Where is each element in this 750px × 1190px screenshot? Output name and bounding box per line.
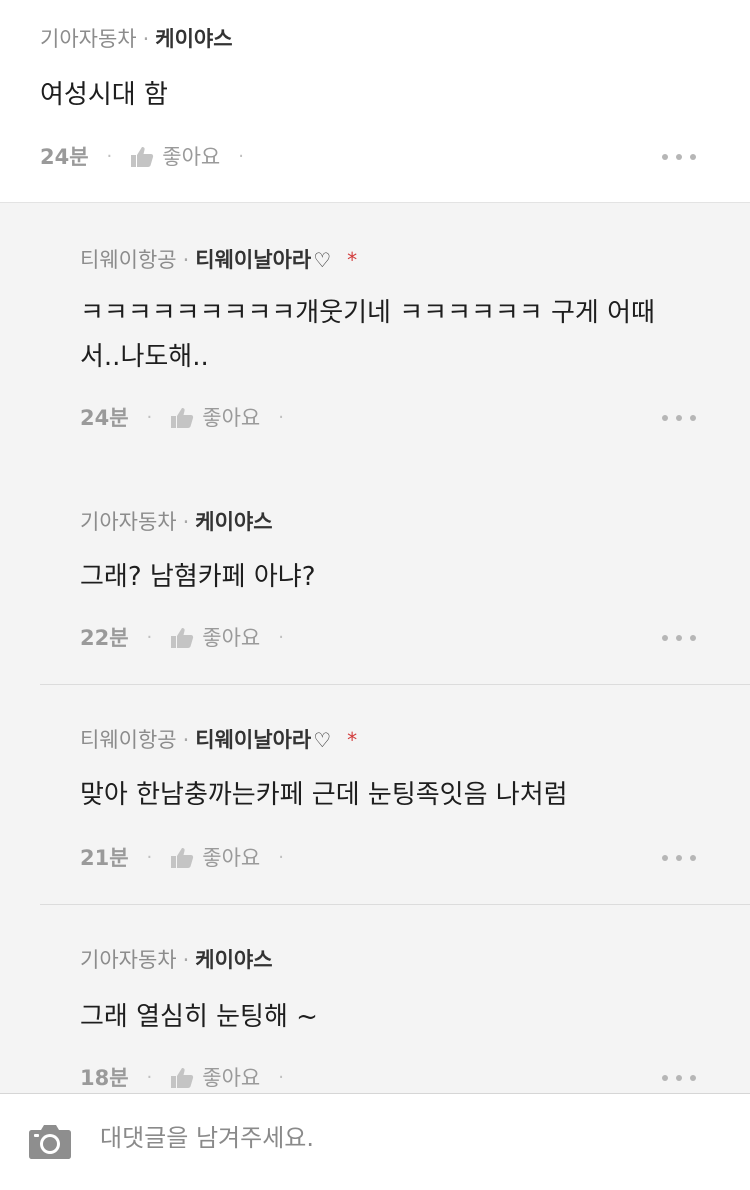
like-button[interactable]: 좋아요 [202, 625, 260, 651]
dot-icon [662, 154, 668, 160]
reply-body: 그래 열심히 눈팅해 ~ [80, 1002, 318, 1032]
thumbs-up-icon[interactable] [170, 847, 194, 869]
author-nickname[interactable]: 케이야스 [195, 510, 272, 534]
dot-icon [690, 635, 696, 641]
more-options-button[interactable] [662, 1073, 696, 1083]
author-nickname[interactable]: 티웨이날아라 [195, 248, 311, 272]
separator: · [146, 847, 153, 868]
dot-icon [690, 415, 696, 421]
comment-time: 24분 [40, 145, 89, 169]
author-cafe: 티웨이항공 [80, 248, 177, 272]
author-star-marker: * [347, 728, 358, 752]
author-cafe: 기아자동차 [40, 27, 137, 51]
reply: 기아자동차 · 케이야스 그래 열심히 눈팅해 ~ 18분 · 좋아요 · [0, 905, 750, 1093]
more-options-button[interactable] [662, 413, 696, 423]
comment-thread: 기아자동차 · 케이야스 여성시대 함 24분 · 좋아요 · 티웨이항공 · 티웨이날… [0, 0, 750, 1190]
dot-icon [690, 154, 696, 160]
reply-body: ㅋㅋㅋㅋㅋㅋㅋㅋㅋ개웃기네 ㅋㅋㅋㅋㅋㅋ 구게 어때서..나도해.. [80, 298, 655, 372]
author-nickname[interactable]: 티웨이날아라 [195, 728, 311, 752]
author-star-marker: * [347, 248, 358, 272]
dot-icon [690, 1075, 696, 1081]
author-cafe: 기아자동차 [80, 510, 177, 534]
separator: · [182, 248, 190, 272]
dot-icon [662, 415, 668, 421]
reply-time: 18분 [80, 1066, 129, 1090]
separator: · [238, 146, 244, 167]
separator: · [182, 510, 190, 534]
thumbs-up-icon[interactable] [130, 146, 154, 168]
dot-icon [676, 415, 682, 421]
heart-icon: ♡ [313, 728, 332, 752]
reply-meta: 21분 · 좋아요 · [80, 845, 302, 871]
dot-icon [690, 855, 696, 861]
thumbs-up-icon[interactable] [170, 1067, 194, 1089]
like-button[interactable]: 좋아요 [202, 845, 260, 871]
camera-icon[interactable] [28, 1122, 72, 1160]
author-line: 티웨이항공 · 티웨이날아라 ♡ * [80, 727, 357, 753]
reply-body: 맞아 한남충까는카페 근데 눈팅족잇음 나처럼 [80, 780, 568, 810]
author-nickname[interactable]: 케이야스 [155, 27, 232, 51]
replies-section: 티웨이항공 · 티웨이날아라 ♡ * ㅋㅋㅋㅋㅋㅋㅋㅋㅋ개웃기네 ㅋㅋㅋㅋㅋㅋ 구게 어… [0, 203, 750, 1093]
dot-icon [676, 154, 682, 160]
separator: · [278, 407, 284, 428]
dot-icon [662, 855, 668, 861]
more-options-button[interactable] [662, 152, 696, 162]
reply-body: 그래? 남혐카페 아냐? [80, 562, 316, 592]
reply: 기아자동차 · 케이야스 그래? 남혐카페 아냐? 22분 · 좋아요 · [0, 465, 750, 685]
like-button[interactable]: 좋아요 [202, 405, 260, 431]
reply-time: 24분 [80, 406, 129, 430]
comment-meta: 24분 · 좋아요 · [40, 144, 262, 170]
thumbs-up-icon[interactable] [170, 627, 194, 649]
thumbs-up-icon[interactable] [170, 407, 194, 429]
separator: · [182, 728, 190, 752]
heart-icon: ♡ [313, 248, 332, 272]
like-button[interactable]: 좋아요 [202, 1065, 260, 1091]
author-line: 기아자동차 · 케이야스 [80, 947, 273, 973]
separator: · [142, 27, 150, 51]
reply-meta: 22분 · 좋아요 · [80, 625, 302, 651]
dot-icon [676, 1075, 682, 1081]
reply-time: 21분 [80, 846, 129, 870]
reply-meta: 24분 · 좋아요 · [80, 405, 302, 431]
reply-input-bar [0, 1093, 750, 1190]
separator: · [146, 407, 153, 428]
like-button[interactable]: 좋아요 [162, 144, 220, 170]
author-line: 기아자동차 · 케이야스 [80, 509, 273, 535]
dot-icon [676, 855, 682, 861]
more-options-button[interactable] [662, 633, 696, 643]
separator: · [146, 627, 153, 648]
author-line: 기아자동차 · 케이야스 [40, 26, 233, 52]
reply-time: 22분 [80, 626, 129, 650]
reply-meta: 18분 · 좋아요 · [80, 1065, 302, 1091]
more-options-button[interactable] [662, 853, 696, 863]
separator: · [106, 146, 113, 167]
reply: 티웨이항공 · 티웨이날아라 ♡ * ㅋㅋㅋㅋㅋㅋㅋㅋㅋ개웃기네 ㅋㅋㅋㅋㅋㅋ 구게 어… [0, 203, 750, 465]
separator: · [146, 1067, 153, 1088]
separator: · [278, 627, 284, 648]
separator: · [182, 948, 190, 972]
dot-icon [662, 635, 668, 641]
comment-body: 여성시대 함 [40, 80, 168, 110]
author-cafe: 티웨이항공 [80, 728, 177, 752]
author-line: 티웨이항공 · 티웨이날아라 ♡ * [80, 247, 357, 273]
reply: 티웨이항공 · 티웨이날아라 ♡ * 맞아 한남충까는카페 근데 눈팅족잇음 나처럼 2… [0, 685, 750, 905]
dot-icon [662, 1075, 668, 1081]
separator: · [278, 847, 284, 868]
comment: 기아자동차 · 케이야스 여성시대 함 24분 · 좋아요 · [0, 0, 750, 203]
author-cafe: 기아자동차 [80, 948, 177, 972]
separator: · [278, 1067, 284, 1088]
dot-icon [676, 635, 682, 641]
author-nickname[interactable]: 케이야스 [195, 948, 272, 972]
reply-input[interactable] [100, 1118, 700, 1158]
